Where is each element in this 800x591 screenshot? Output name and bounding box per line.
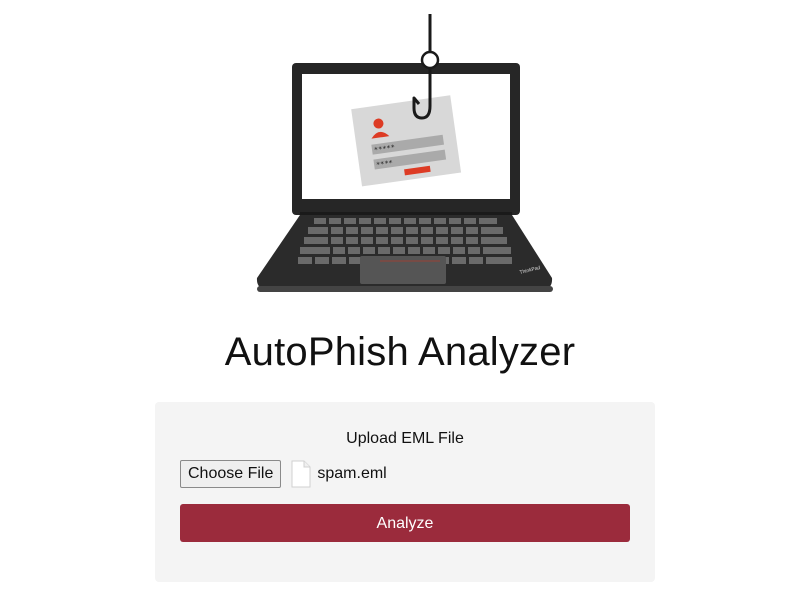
laptop-phishing-hook-icon: ThinkPad ***** **** (256, 14, 553, 292)
upload-card: Upload EML File Choose File spam.eml Ana… (155, 402, 655, 582)
page-title: AutoPhish Analyzer (224, 330, 576, 374)
choose-file-button[interactable]: Choose File (180, 460, 282, 488)
hero-illustration: ThinkPad ***** **** (250, 10, 560, 300)
file-input: Choose File spam.eml (180, 459, 387, 489)
selected-file-name: spam.eml (317, 465, 387, 482)
analyze-button[interactable]: Analyze (180, 504, 630, 542)
document-icon (289, 460, 313, 488)
page: ThinkPad ***** **** AutoPhish Analyzer U… (0, 0, 800, 591)
upload-label: Upload EML File (346, 430, 464, 447)
